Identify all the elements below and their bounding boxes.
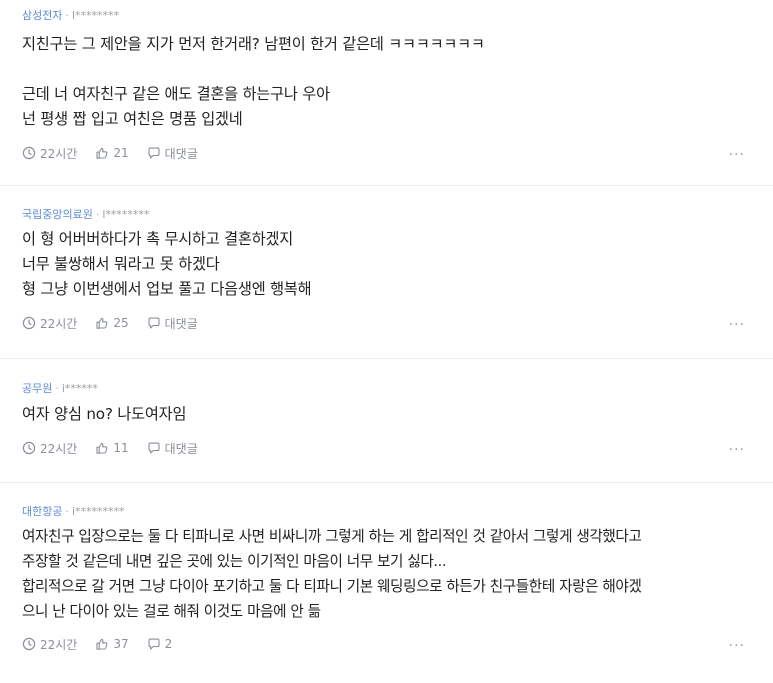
comment-actions: 22시간 11 대댓글 ··· <box>22 438 751 458</box>
reply-button[interactable]: 대댓글 <box>147 440 198 457</box>
timestamp: 22시간 <box>22 440 77 457</box>
like-button[interactable]: 21 <box>95 146 129 160</box>
speech-bubble-icon <box>148 638 160 650</box>
clock-icon <box>22 637 36 651</box>
more-options-button[interactable]: ··· <box>729 147 745 163</box>
reply-label: 대댓글 <box>164 146 198 161</box>
reply-count: 2 <box>164 637 173 651</box>
company-name[interactable]: 국립중앙의료원 <box>22 208 93 221</box>
comment-actions: 22시간 25 대댓글 ··· <box>22 313 751 333</box>
reply-label: 대댓글 <box>164 316 198 331</box>
timestamp: 22시간 <box>22 145 77 162</box>
thumbs-up-icon <box>96 442 108 454</box>
time-label: 22시간 <box>40 637 78 652</box>
like-button[interactable]: 25 <box>95 316 129 330</box>
speech-bubble-icon <box>148 317 160 329</box>
user-id: i********* <box>71 505 125 518</box>
timestamp: 22시간 <box>22 315 77 332</box>
like-count: 37 <box>113 637 129 651</box>
separator-dot: · <box>65 505 69 518</box>
speech-bubble-icon <box>148 147 160 159</box>
comment-item: 대한항공 · i********* 여자친구 입장으로는 둘 다 티파니로 사면 비… <box>0 483 773 683</box>
clock-icon <box>22 146 36 160</box>
user-id: l******** <box>102 208 150 221</box>
comment-author: 국립중앙의료원 · l******** <box>22 207 751 223</box>
like-button[interactable]: 37 <box>95 637 129 651</box>
reply-button[interactable]: 2 <box>147 637 173 651</box>
company-name[interactable]: 대한항공 <box>22 505 62 518</box>
time-label: 22시간 <box>40 316 78 331</box>
reply-button[interactable]: 대댓글 <box>147 315 198 332</box>
comment-item: 국립중앙의료원 · l******** 이 형 어버버하다가 촉 무시하고 결혼하겠… <box>0 186 773 359</box>
time-label: 22시간 <box>40 441 78 456</box>
comment-actions: 22시간 37 2 ··· <box>22 634 751 654</box>
separator-dot: · <box>55 382 59 395</box>
comment-actions: 22시간 21 대댓글 ··· <box>22 143 751 163</box>
more-options-button[interactable]: ··· <box>729 638 745 654</box>
comment-author: 대한항공 · i********* <box>22 504 751 520</box>
company-name[interactable]: 공무원 <box>22 382 52 395</box>
comment-text: 지친구는 그 제안을 지가 먼저 한거래? 남편이 한거 같은데 ㅋㅋㅋㅋㅋㅋㅋ… <box>22 35 485 128</box>
more-options-button[interactable]: ··· <box>729 442 745 458</box>
time-label: 22시간 <box>40 146 78 161</box>
separator-dot: · <box>95 208 100 221</box>
reply-button[interactable]: 대댓글 <box>147 145 198 162</box>
thumbs-up-icon <box>96 147 108 159</box>
company-name[interactable]: 삼성전자 <box>22 9 62 22</box>
comment-text: 여자 양심 no? 나도여자임 <box>22 405 187 423</box>
comment-item: 삼성전자 · l******** 지친구는 그 제안을 지가 먼저 한거래? 남편이… <box>0 0 773 186</box>
comment-text: 이 형 어버버하다가 촉 무시하고 결혼하겠지 너무 불쌍해서 뭐라고 못 하겠… <box>22 230 312 298</box>
comment-item: 공무원 · i****** 여자 양심 no? 나도여자임 22시간 11 대댓글 … <box>0 359 773 483</box>
timestamp: 22시간 <box>22 636 77 653</box>
user-id: l******** <box>71 9 120 22</box>
comment-author: 삼성전자 · l******** <box>22 8 751 24</box>
like-count: 11 <box>113 441 129 455</box>
clock-icon <box>22 441 36 455</box>
comment-author: 공무원 · i****** <box>22 381 751 397</box>
speech-bubble-icon <box>148 442 160 454</box>
more-options-button[interactable]: ··· <box>729 317 745 333</box>
like-count: 25 <box>113 316 129 330</box>
clock-icon <box>22 316 36 330</box>
comment-text: 여자친구 입장으로는 둘 다 티파니로 사면 비싸니까 그렇게 하는 게 합리적… <box>22 528 642 620</box>
like-count: 21 <box>113 146 129 160</box>
thumbs-up-icon <box>96 317 108 329</box>
reply-label: 대댓글 <box>164 441 198 456</box>
thumbs-up-icon <box>96 638 108 650</box>
like-button[interactable]: 11 <box>95 441 129 455</box>
separator-dot: · <box>65 9 69 22</box>
user-id: i****** <box>61 382 98 395</box>
